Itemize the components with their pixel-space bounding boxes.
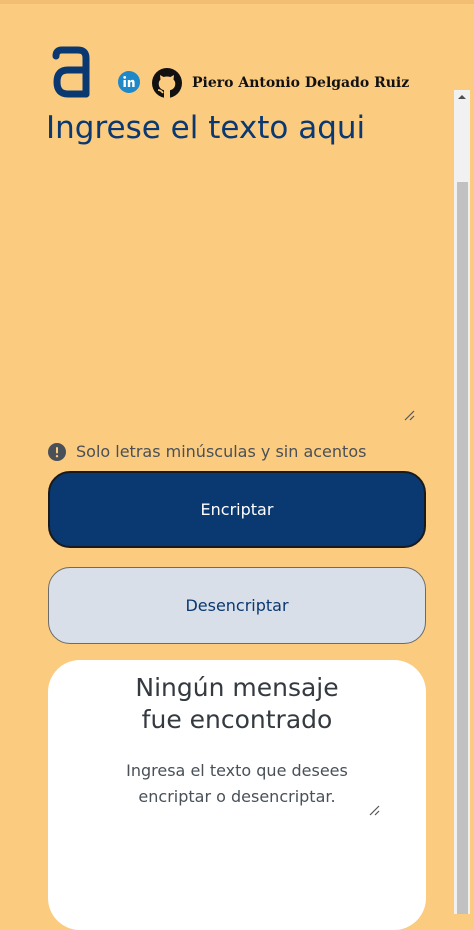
encrypt-button[interactable]: Encriptar xyxy=(48,471,426,548)
output-title-line-1: Ningún mensaje xyxy=(135,673,339,702)
output-subtitle-line-2: encriptar o desencriptar. xyxy=(138,787,336,806)
scrollbar-thumb[interactable] xyxy=(457,182,468,914)
resize-handle-icon[interactable] xyxy=(403,409,415,421)
linkedin-icon[interactable] xyxy=(117,70,141,94)
top-edge xyxy=(0,0,474,4)
decrypt-button[interactable]: Desencriptar xyxy=(48,567,426,644)
scroll-up-arrow-icon[interactable] xyxy=(454,90,470,104)
output-subtitle-line-1: Ingresa el texto que desees xyxy=(126,761,348,780)
decrypt-button-label: Desencriptar xyxy=(185,596,289,615)
alura-a-logo-icon xyxy=(52,46,90,98)
output-title: Ningún mensaje fue encontrado xyxy=(0,672,474,736)
encrypt-button-label: Encriptar xyxy=(200,500,274,519)
exclamation-circle-icon xyxy=(48,443,66,461)
output-subtitle: Ingresa el texto que desees encriptar o … xyxy=(0,758,474,810)
output-resize-handle-icon[interactable] xyxy=(368,804,380,816)
output-title-line-2: fue encontrado xyxy=(141,705,333,734)
input-hint: Solo letras minúsculas y sin acentos xyxy=(76,442,367,461)
github-icon[interactable] xyxy=(151,67,183,99)
text-input[interactable] xyxy=(46,106,424,428)
author-name: Piero Antonio Delgado Ruiz xyxy=(192,75,410,91)
